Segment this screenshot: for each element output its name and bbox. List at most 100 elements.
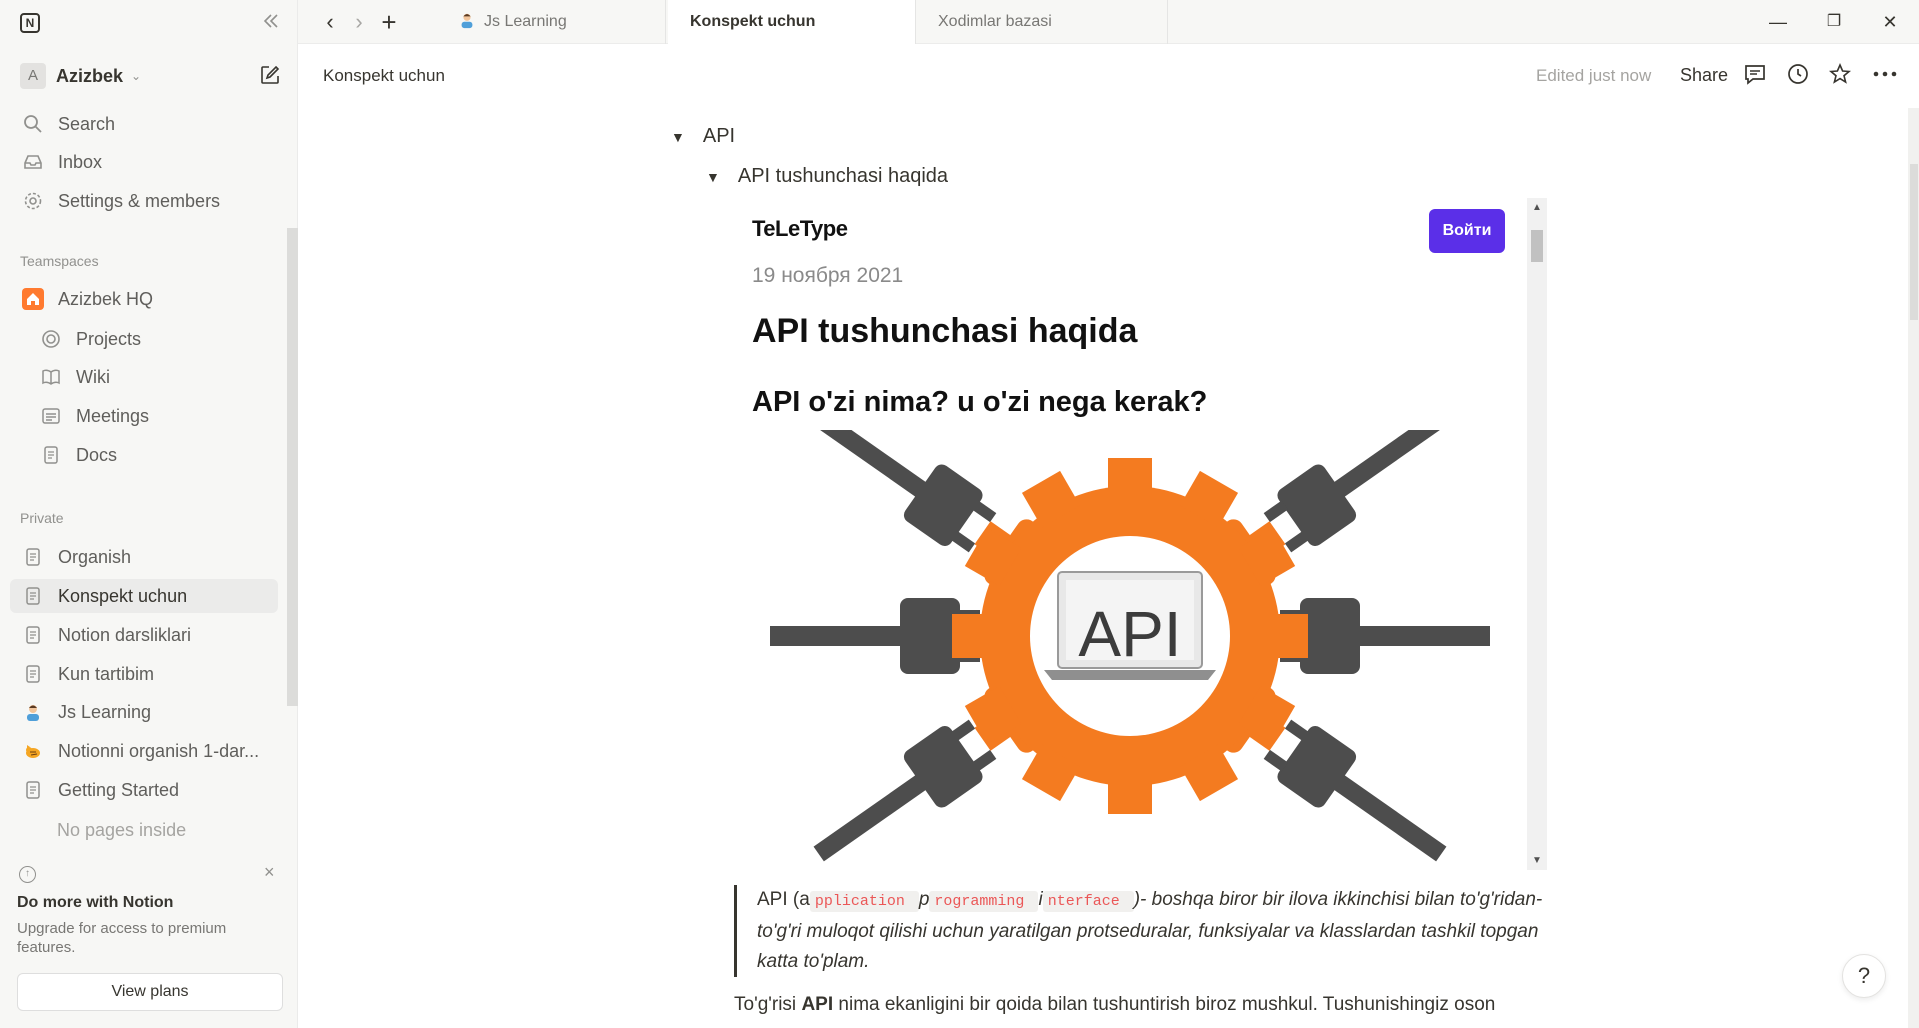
- tab-xodimlar-bazasi[interactable]: Xodimlar bazasi: [918, 0, 1168, 44]
- sidebar-inbox[interactable]: Inbox: [10, 145, 278, 179]
- gear-icon: [22, 190, 44, 212]
- upsell-description: Upgrade for access to premium features.: [17, 920, 227, 956]
- target-icon: [40, 328, 62, 350]
- sidebar-item-label: Inbox: [58, 151, 103, 172]
- sidebar-search[interactable]: Search: [10, 107, 278, 141]
- view-plans-button[interactable]: View plans: [17, 973, 283, 1011]
- sidebar-scrollbar[interactable]: [287, 228, 298, 706]
- page-icon: [22, 779, 44, 801]
- quote-block[interactable]: API (a pplication p rogramming i nterface )…: [734, 885, 1554, 977]
- home-icon: [22, 288, 44, 310]
- paragraph-text: nima ekanligini bir qoida bilan tushunti…: [833, 994, 1496, 1015]
- sidebar-item-js-learning[interactable]: Js Learning: [10, 695, 278, 729]
- close-icon[interactable]: ×: [264, 862, 275, 883]
- upgrade-arrow-icon: ↑: [19, 866, 36, 883]
- upsell-card: ↑ × Do more with Notion Upgrade for acce…: [0, 858, 298, 1028]
- article-subtitle: API o'zi nima? u o'zi nega kerak?: [752, 386, 1208, 418]
- private-heading: Private: [20, 510, 64, 526]
- sidebar-item-projects[interactable]: Projects: [10, 322, 278, 356]
- quote-text: API (a: [757, 889, 810, 910]
- sidebar-item-label: Wiki: [76, 366, 110, 387]
- toggle-title: API: [702, 125, 736, 147]
- book-icon: [40, 366, 62, 388]
- article-date: 19 ноября 2021: [752, 264, 904, 287]
- sidebar-header: N: [0, 0, 298, 44]
- scroll-down-arrow-icon[interactable]: ▼: [1532, 855, 1542, 866]
- sidebar-settings[interactable]: Settings & members: [10, 184, 278, 218]
- sidebar-item-label: Azizbek HQ: [58, 288, 154, 309]
- sidebar-item-label: Notionni organish 1-dar...: [58, 740, 260, 761]
- inbox-icon: [22, 151, 44, 173]
- tab-konspekt-uchun[interactable]: Konspekt uchun: [668, 0, 916, 44]
- person-emoji-icon: [22, 701, 44, 723]
- toggle-title: API tushunchasi haqida: [737, 165, 949, 187]
- no-pages-inside-text: No pages inside: [57, 820, 187, 840]
- star-icon[interactable]: [1828, 62, 1854, 88]
- sidebar-item-getting-started[interactable]: Getting Started: [10, 773, 278, 807]
- sidebar-item-label: Meetings: [76, 405, 150, 426]
- chevron-down-icon: ⌄: [131, 69, 142, 83]
- paragraph-block[interactable]: To'g'risi API nima ekanligini bir qoida …: [734, 990, 1554, 1020]
- history-clock-icon[interactable]: [1786, 62, 1812, 88]
- back-arrow-icon[interactable]: ‹: [318, 10, 342, 34]
- toggle-block-api[interactable]: ▼ API: [671, 125, 735, 148]
- page-icon: [22, 624, 44, 646]
- inline-code: rogramming: [929, 891, 1039, 912]
- inline-code: pplication: [809, 891, 919, 912]
- sidebar-item-notionni-organish[interactable]: Notionni organish 1-dar...: [10, 734, 278, 768]
- login-button[interactable]: Войти: [1429, 209, 1505, 253]
- toggle-triangle-icon[interactable]: ▼: [671, 129, 685, 145]
- teamspaces-heading: Teamspaces: [20, 253, 99, 269]
- tab-js-learning[interactable]: Js Learning: [436, 0, 666, 44]
- sidebar-item-label: Projects: [76, 328, 142, 349]
- toggle-block-api-tushunchasi[interactable]: ▼ API tushunchasi haqida: [706, 165, 948, 188]
- sidebar-item-label: Settings & members: [58, 190, 221, 211]
- web-embed[interactable]: TeLeType Войти 19 ноября 2021 API tushun…: [733, 198, 1547, 870]
- quote-text: p: [918, 889, 930, 910]
- forward-arrow-icon[interactable]: ›: [347, 10, 371, 34]
- sidebar-item-konspekt-uchun[interactable]: Konspekt uchun: [10, 579, 278, 613]
- sidebar-item-organish[interactable]: Organish: [10, 540, 278, 574]
- sidebar-item-azizbek-hq[interactable]: Azizbek HQ: [10, 282, 278, 316]
- new-page-icon[interactable]: [259, 64, 281, 86]
- sidebar-item-meetings[interactable]: Meetings: [10, 399, 278, 433]
- sidebar-item-kun-tartibim[interactable]: Kun tartibim: [10, 657, 278, 691]
- collapse-sidebar-icon[interactable]: [260, 10, 282, 32]
- workspace-switcher[interactable]: A Azizbek ⌄: [20, 62, 141, 90]
- help-button[interactable]: ?: [1842, 954, 1886, 998]
- svg-text:API: API: [1078, 598, 1181, 670]
- inline-code: nterface: [1042, 891, 1134, 912]
- embed-scrollbar[interactable]: ▲ ▼: [1527, 198, 1547, 870]
- sidebar-item-label: Getting Started: [58, 779, 180, 800]
- close-window-icon[interactable]: ✕: [1878, 10, 1902, 34]
- upsell-title: Do more with Notion: [17, 894, 174, 911]
- breadcrumb[interactable]: Konspekt uchun: [323, 66, 445, 86]
- sidebar-item-label: Organish: [58, 546, 132, 567]
- sidebar-item-label: Search: [58, 113, 116, 134]
- teletype-logo[interactable]: TeLeType: [752, 216, 848, 242]
- scroll-up-arrow-icon[interactable]: ▲: [1532, 202, 1542, 213]
- new-tab-icon[interactable]: +: [377, 9, 401, 35]
- embed-scrollbar-thumb[interactable]: [1531, 230, 1543, 262]
- paragraph-text: To'g'risi: [734, 994, 802, 1015]
- page-icon: [40, 444, 62, 466]
- main-scrollbar-thumb[interactable]: [1910, 164, 1918, 320]
- tab-label: Xodimlar bazasi: [938, 13, 1052, 30]
- sidebar-item-docs[interactable]: Docs: [10, 438, 278, 472]
- minimize-icon[interactable]: —: [1766, 10, 1790, 34]
- sidebar-item-wiki[interactable]: Wiki: [10, 360, 278, 394]
- page-icon: [22, 663, 44, 685]
- search-icon: [22, 113, 44, 135]
- notion-logo-icon[interactable]: N: [20, 13, 40, 33]
- article-title: API tushunchasi haqida: [752, 312, 1138, 350]
- sidebar-item-label: Konspekt uchun: [58, 585, 188, 606]
- sidebar-item-notion-darsliklari[interactable]: Notion darsliklari: [10, 618, 278, 652]
- page-topbar: Konspekt uchun Edited just now Share: [298, 44, 1919, 108]
- sidebar: N A Azizbek ⌄ Search Inbox Settings & me…: [0, 0, 298, 1028]
- more-options-icon[interactable]: [1872, 62, 1898, 88]
- restore-icon[interactable]: ❐: [1822, 10, 1846, 34]
- share-button[interactable]: Share: [1680, 65, 1728, 86]
- comment-icon[interactable]: [1743, 62, 1769, 88]
- toggle-triangle-icon[interactable]: ▼: [706, 169, 720, 185]
- api-gear-illustration: API: [770, 430, 1490, 862]
